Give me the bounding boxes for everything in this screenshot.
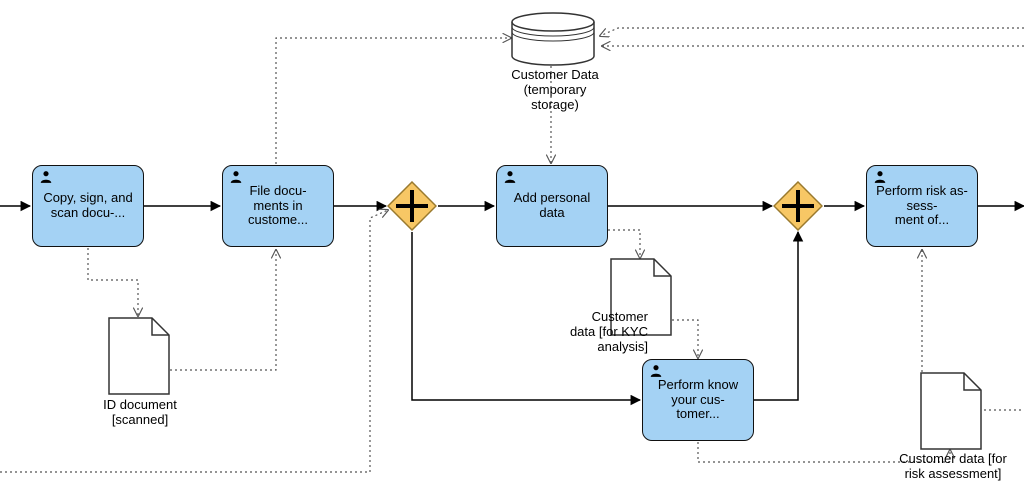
data-object-customer-data-risk [920, 372, 982, 450]
data-object-label: Customer data [for risk assessment] [898, 452, 1008, 482]
user-icon [873, 170, 887, 184]
task-perform-kyc: Perform know your cus- tomer... [642, 359, 754, 441]
task-label: Perform know your cus- tomer... [651, 378, 745, 423]
bpmn-diagram-canvas: Customer Data (temporary storage) Copy, … [0, 0, 1024, 502]
task-label: Perform risk as- sess- ment of... [876, 184, 968, 229]
task-label: Add personal data [505, 191, 599, 221]
data-object-label: Customer data [for KYC analysis] [568, 310, 648, 355]
task-perform-risk-assessment: Perform risk as- sess- ment of... [866, 165, 978, 247]
user-icon [229, 170, 243, 184]
data-store-label: Customer Data (temporary storage) [500, 68, 610, 113]
user-icon [39, 170, 53, 184]
data-object-id-document [108, 317, 170, 395]
user-icon [649, 364, 663, 378]
parallel-gateway-join [773, 181, 823, 231]
parallel-gateway-split [387, 181, 437, 231]
task-add-personal-data: Add personal data [496, 165, 608, 247]
data-store-customer-data [510, 12, 596, 66]
user-icon [503, 170, 517, 184]
task-label: File docu- ments in custome... [231, 184, 325, 229]
task-copy-sign-scan: Copy, sign, and scan docu-... [32, 165, 144, 247]
task-label: Copy, sign, and scan docu-... [41, 191, 135, 221]
data-object-label: ID document [scanned] [88, 398, 192, 428]
task-file-documents: File docu- ments in custome... [222, 165, 334, 247]
